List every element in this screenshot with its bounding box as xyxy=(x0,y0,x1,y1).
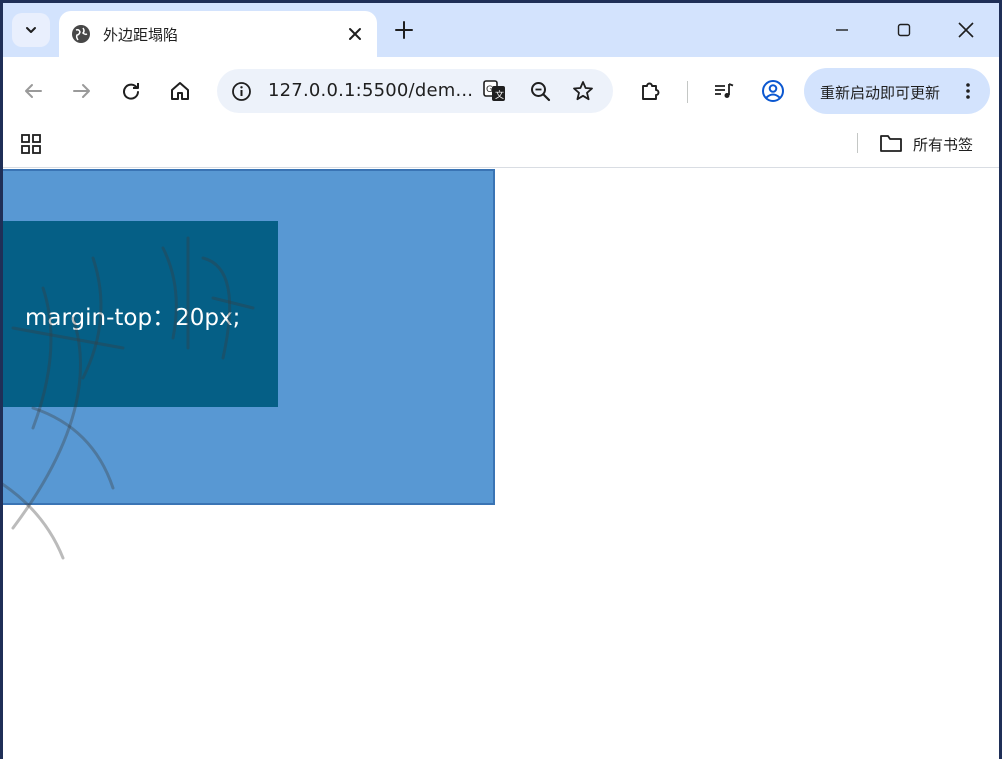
bookmarks-bar: 所有书签 xyxy=(3,125,999,168)
media-icon xyxy=(713,80,735,102)
window-close-icon xyxy=(957,21,975,39)
page-content: margin-top：20px; xyxy=(3,168,999,759)
forward-button[interactable] xyxy=(70,79,94,103)
svg-text:文: 文 xyxy=(495,89,504,101)
window-close-button[interactable] xyxy=(953,17,979,43)
home-button[interactable] xyxy=(168,79,192,103)
reload-icon xyxy=(120,80,142,102)
toolbar-separator xyxy=(687,81,688,103)
toolbar: 127.0.0.1:5500/dem... G 文 xyxy=(3,57,999,125)
active-tab[interactable]: 外边距塌陷 xyxy=(59,11,377,57)
info-icon[interactable] xyxy=(231,81,252,102)
apps-icon[interactable] xyxy=(20,133,42,155)
forward-icon xyxy=(71,80,93,102)
profile-button[interactable] xyxy=(761,79,785,103)
maximize-icon xyxy=(896,22,912,38)
media-button[interactable] xyxy=(712,79,736,103)
folder-icon[interactable] xyxy=(879,132,903,154)
bookmarks-separator xyxy=(857,133,858,153)
back-icon xyxy=(22,80,44,102)
tab-title: 外边距塌陷 xyxy=(103,24,178,45)
url-text: 127.0.0.1:5500/dem... xyxy=(268,80,473,101)
translate-icon[interactable]: G 文 xyxy=(483,80,507,102)
globe-icon xyxy=(71,24,91,44)
address-bar[interactable]: 127.0.0.1:5500/dem... G 文 xyxy=(217,69,613,113)
home-icon xyxy=(169,80,191,102)
inner-box: margin-top：20px; xyxy=(3,221,278,407)
tab-search-button[interactable] xyxy=(12,13,50,47)
svg-text:G: G xyxy=(486,85,493,95)
plus-icon[interactable] xyxy=(393,19,415,41)
zoom-icon[interactable] xyxy=(530,81,551,102)
close-icon[interactable] xyxy=(345,24,365,44)
minimize-button[interactable] xyxy=(829,17,855,43)
extensions-icon xyxy=(639,80,661,102)
reload-button[interactable] xyxy=(119,79,143,103)
maximize-button[interactable] xyxy=(891,17,917,43)
more-icon[interactable] xyxy=(958,81,978,101)
relaunch-update-button[interactable]: 重新启动即可更新 xyxy=(804,68,990,114)
extensions-button[interactable] xyxy=(638,79,662,103)
minimize-icon xyxy=(834,22,850,38)
browser-window: 外边距塌陷 xyxy=(3,3,999,759)
star-icon[interactable] xyxy=(572,80,594,102)
all-bookmarks-link[interactable]: 所有书签 xyxy=(913,134,973,155)
tab-strip: 外边距塌陷 xyxy=(3,3,999,57)
chevron-down-icon xyxy=(24,23,38,37)
outer-box: margin-top：20px; xyxy=(3,169,495,505)
update-label: 重新启动即可更新 xyxy=(820,82,940,103)
inner-box-text: margin-top：20px; xyxy=(25,298,240,332)
profile-icon xyxy=(761,79,785,103)
back-button[interactable] xyxy=(21,79,45,103)
